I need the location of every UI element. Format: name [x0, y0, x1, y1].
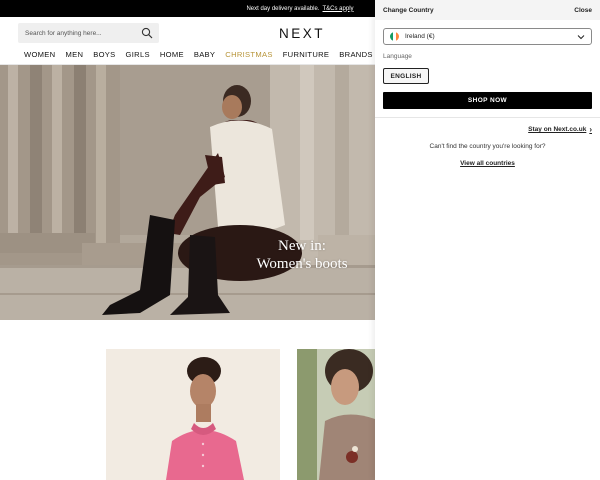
nav-item-girls[interactable]: GIRLS: [126, 50, 150, 62]
search-icon[interactable]: [141, 27, 153, 39]
stay-link-label: Stay on Next.co.uk: [528, 126, 587, 133]
product-card[interactable]: [106, 349, 280, 480]
nav-item-baby[interactable]: BABY: [194, 50, 215, 62]
nav-item-home[interactable]: HOME: [160, 50, 184, 62]
nav-item-men[interactable]: MEN: [65, 50, 83, 62]
nav-item-brands[interactable]: BRANDS: [339, 50, 372, 62]
site-logo[interactable]: NEXT: [279, 26, 325, 41]
language-english-button[interactable]: ENGLISH: [383, 68, 429, 84]
panel-header: Change Country Close: [375, 0, 600, 20]
product-image: [106, 349, 280, 480]
close-button[interactable]: Close: [574, 7, 592, 14]
main-nav: WOMEN MEN BOYS GIRLS HOME BABY CHRISTMAS…: [24, 50, 383, 62]
hero-line-1: New in:: [278, 238, 326, 254]
nav-item-christmas[interactable]: CHRISTMAS: [225, 50, 272, 62]
promo-terms-link[interactable]: T&Cs apply: [323, 6, 354, 12]
hero-banner[interactable]: New in: Women's boots: [0, 65, 375, 320]
product-image: [297, 349, 375, 480]
hero-line-2: Women's boots: [256, 256, 348, 272]
view-all-countries-link[interactable]: View all countries: [375, 160, 600, 167]
hero-headline: New in: Women's boots: [229, 237, 375, 273]
nav-item-women[interactable]: WOMEN: [24, 50, 55, 62]
country-select-value: Ireland (€): [405, 33, 435, 40]
chevron-right-icon: ›: [589, 125, 592, 134]
nav-item-furniture[interactable]: FURNITURE: [283, 50, 330, 62]
search-input[interactable]: Search for anything here...: [18, 23, 159, 43]
language-label: Language: [383, 53, 412, 60]
panel-title: Change Country: [383, 6, 434, 14]
nav-item-boys[interactable]: BOYS: [93, 50, 115, 62]
panel-divider: [375, 117, 600, 118]
product-card[interactable]: [297, 349, 375, 480]
chevron-down-icon: [577, 35, 585, 40]
ireland-flag-icon: [390, 32, 399, 41]
search-placeholder: Search for anything here...: [25, 29, 102, 37]
country-select[interactable]: Ireland (€): [383, 28, 592, 45]
shop-now-button[interactable]: SHOP NOW: [383, 92, 592, 109]
cant-find-text: Can't find the country you're looking fo…: [429, 143, 546, 150]
change-country-panel: Change Country Close Ireland (€) Languag…: [375, 0, 600, 480]
stay-on-next-link[interactable]: Stay on Next.co.uk ›: [528, 125, 592, 134]
page: Next day delivery available. T&Cs apply …: [0, 0, 600, 480]
promo-text: Next day delivery available.: [246, 5, 320, 12]
hero-image: [0, 65, 375, 320]
